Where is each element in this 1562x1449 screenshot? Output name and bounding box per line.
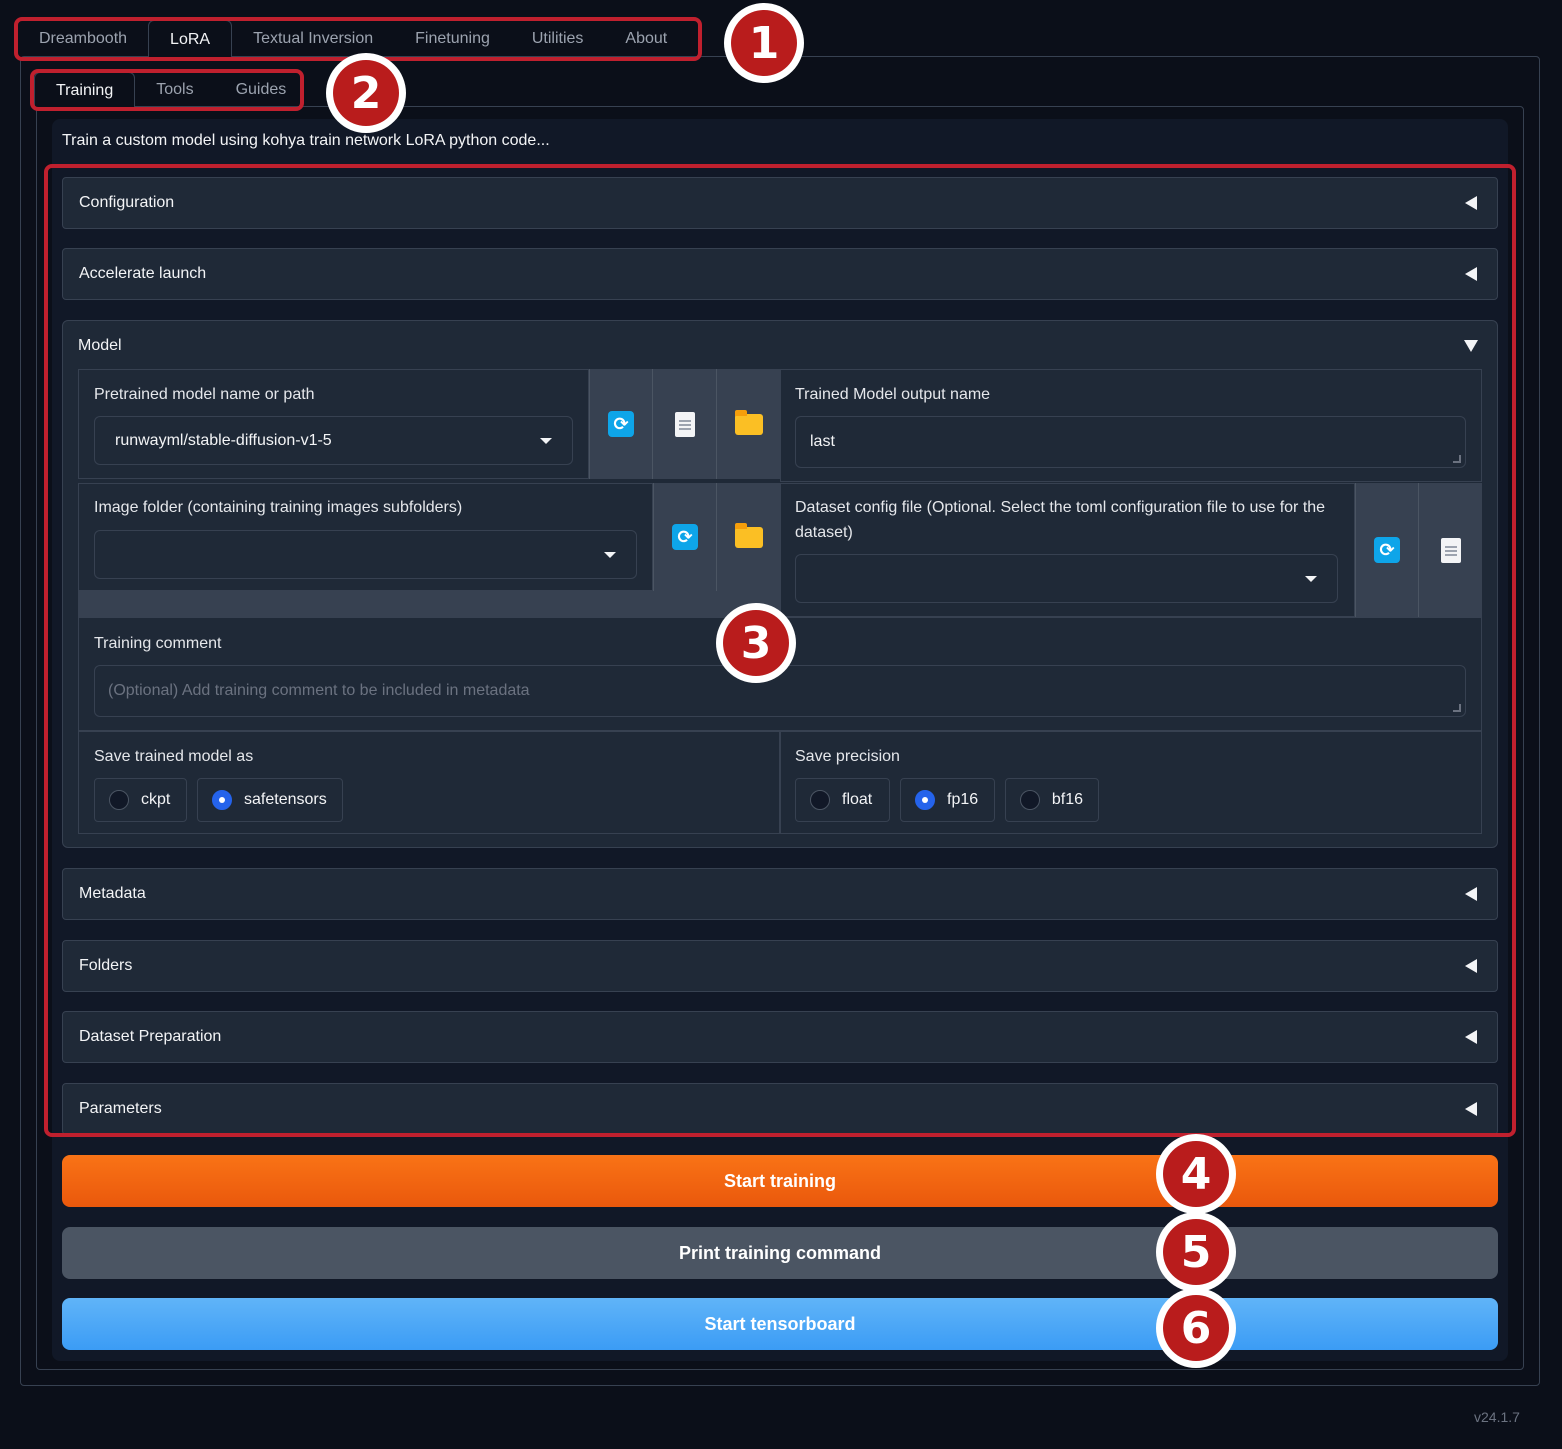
select-model-folder-button[interactable] [716,369,780,479]
marker-number: 2 [333,60,399,126]
sub-tab-bar: Training Tools Guides [30,69,302,111]
page-description: Train a custom model using kohya train n… [62,132,550,149]
start-tensorboard-button[interactable]: Start tensorboard [62,1298,1498,1350]
select-dataset-config-button[interactable] [1418,483,1482,617]
radio-fp16[interactable]: fp16 [900,778,995,822]
triangle-left-icon [1465,267,1477,281]
tab-tools[interactable]: Tools [135,72,214,108]
pretrained-model-value: runwayml/stable-diffusion-v1-5 [115,431,332,449]
tab-dreambooth[interactable]: Dreambooth [18,20,148,58]
marker-number: 1 [731,10,797,76]
radio-label: safetensors [244,791,327,808]
save-as-label: Save trained model as [94,748,254,765]
tab-lora[interactable]: LoRA [148,20,233,58]
pretrained-model-dropdown[interactable]: runwayml/stable-diffusion-v1-5 [94,416,573,465]
radio-selected-icon [915,790,935,810]
accordion-label: Accelerate launch [79,265,207,282]
radio-safetensors[interactable]: safetensors [197,778,343,822]
tab-guides[interactable]: Guides [215,72,308,108]
refresh-icon: ⟳ [608,411,634,437]
refresh-image-folder-button[interactable]: ⟳ [653,483,716,591]
accordion-folders[interactable]: Folders [62,940,1498,992]
marker-number: 4 [1163,1141,1229,1207]
select-image-folder-button[interactable] [716,483,780,591]
resize-handle-icon[interactable] [1453,704,1461,712]
select-model-file-button[interactable] [652,369,716,479]
marker-1: 1 [724,3,804,83]
document-icon [1440,537,1461,563]
radio-circle-icon [1020,790,1040,810]
pretrained-model-label: Pretrained model name or path [94,386,315,403]
refresh-dataset-config-button[interactable]: ⟳ [1355,483,1418,617]
marker-number: 5 [1163,1219,1229,1285]
accordion-label: Model [78,337,122,354]
dataset-config-dropdown[interactable] [795,554,1338,603]
radio-bf16[interactable]: bf16 [1005,778,1099,822]
radio-selected-icon [212,790,232,810]
tab-finetuning[interactable]: Finetuning [394,20,511,58]
tab-training[interactable]: Training [34,72,136,108]
marker-2: 2 [326,53,406,133]
radio-label: float [842,791,873,808]
refresh-icon: ⟳ [1374,537,1400,563]
triangle-left-icon [1465,887,1477,901]
accordion-label: Dataset Preparation [79,1028,222,1045]
triangle-left-icon [1465,196,1477,210]
version-label: v24.1.7 [1474,1409,1520,1425]
accordion-label: Metadata [79,885,146,902]
triangle-left-icon [1465,1030,1477,1044]
marker-6: 6 [1156,1288,1236,1368]
training-comment-placeholder: (Optional) Add training comment to be in… [108,682,530,699]
folder-icon [734,522,763,548]
radio-label: fp16 [947,791,979,808]
accordion-label: Configuration [79,194,175,211]
dataset-config-label: Dataset config file (Optional. Select th… [795,499,1326,541]
accordion-accelerate-launch[interactable]: Accelerate launch [62,248,1498,300]
output-name-input[interactable]: last [795,416,1466,468]
accordion-dataset-preparation[interactable]: Dataset Preparation [62,1011,1498,1063]
document-icon [674,411,695,437]
marker-4: 4 [1156,1134,1236,1214]
marker-number: 3 [723,610,789,676]
training-comment-label: Training comment [94,635,222,652]
chevron-down-icon [604,551,616,558]
radio-circle-icon [109,790,129,810]
marker-number: 6 [1163,1295,1229,1361]
start-training-button[interactable]: Start training [62,1155,1498,1207]
marker-5: 5 [1156,1212,1236,1292]
chevron-down-icon [1305,575,1317,582]
radio-circle-icon [810,790,830,810]
triangle-left-icon [1465,959,1477,973]
chevron-down-icon [540,437,552,444]
folder-icon [734,409,763,435]
accordion-label: Folders [79,957,133,974]
refresh-models-button[interactable]: ⟳ [589,369,652,479]
image-folder-dropdown[interactable] [94,530,637,579]
marker-3: 3 [716,603,796,683]
row-spacer [78,591,780,617]
radio-label: bf16 [1051,791,1083,808]
accordion-parameters[interactable]: Parameters [62,1083,1498,1135]
precision-label: Save precision [795,748,900,765]
image-folder-label: Image folder (containing training images… [94,499,463,516]
tab-about[interactable]: About [604,20,688,58]
accordion-metadata[interactable]: Metadata [62,868,1498,920]
resize-handle-icon[interactable] [1453,455,1461,463]
tab-utilities[interactable]: Utilities [511,20,605,58]
accordion-label: Parameters [79,1100,162,1117]
radio-label: ckpt [141,791,171,808]
refresh-icon: ⟳ [672,524,698,550]
print-training-command-button[interactable]: Print training command [62,1227,1498,1279]
triangle-left-icon [1465,1102,1477,1116]
radio-float[interactable]: float [795,778,890,822]
radio-ckpt[interactable]: ckpt [94,778,187,822]
output-name-label: Trained Model output name [795,386,991,403]
output-name-value: last [810,433,835,450]
accordion-model-header[interactable]: Model [78,335,1482,357]
accordion-configuration[interactable]: Configuration [62,177,1498,229]
triangle-down-icon [1464,340,1478,352]
